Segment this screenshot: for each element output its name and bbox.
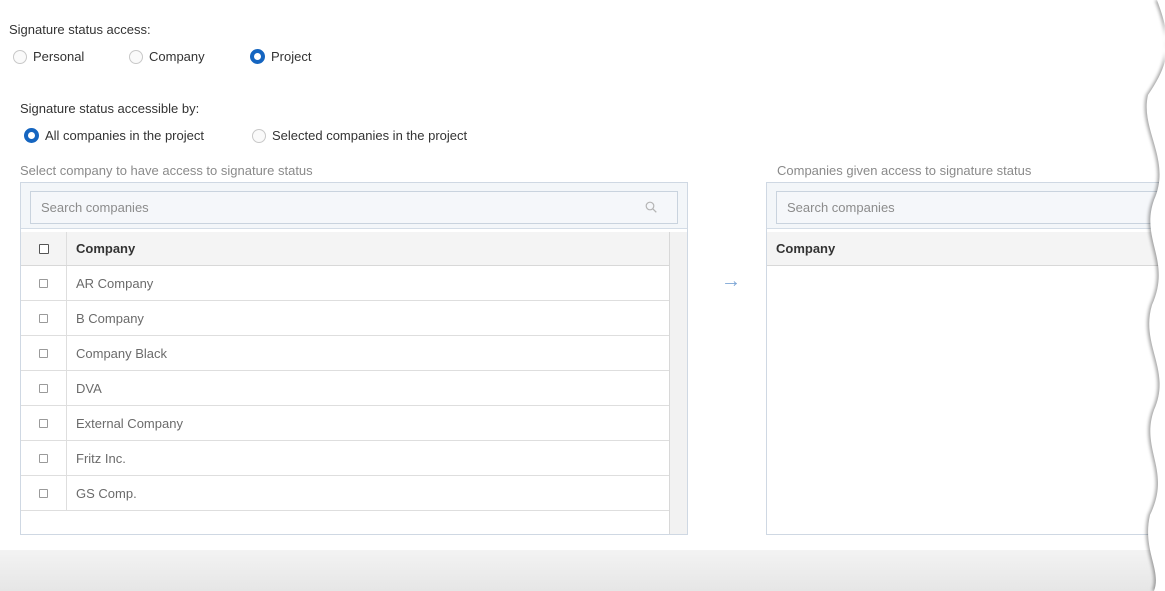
radio-all-companies[interactable]: All companies in the project [24, 128, 204, 143]
radio-personal-circle[interactable] [13, 49, 27, 64]
radio-personal[interactable]: Personal [13, 49, 84, 64]
left-table-header: Company [21, 232, 669, 266]
right-table-header: Company [767, 232, 1165, 266]
right-column-header[interactable]: Company [776, 241, 835, 256]
company-name: AR Company [76, 276, 154, 291]
row-check-cell [21, 441, 67, 475]
granted-companies-panel: Company [766, 182, 1165, 535]
radio-project[interactable]: Project [250, 49, 311, 64]
row-checkbox[interactable] [39, 314, 48, 323]
row-checkbox[interactable] [39, 454, 48, 463]
row-checkbox[interactable] [39, 384, 48, 393]
left-search-bar [21, 183, 687, 229]
company-name: Company Black [76, 346, 168, 361]
row-check-cell [21, 476, 67, 510]
row-checkbox[interactable] [39, 279, 48, 288]
company-name: GS Comp. [76, 486, 137, 501]
right-search-input[interactable] [776, 191, 1165, 224]
table-row[interactable]: DVA [21, 371, 669, 406]
row-check-cell [21, 336, 67, 370]
left-search-input[interactable] [30, 191, 678, 224]
radio-company-label: Company [149, 49, 205, 64]
radio-all-companies-circle[interactable] [24, 128, 39, 143]
row-check-cell [21, 371, 67, 405]
radio-company[interactable]: Company [129, 49, 205, 64]
left-table-scrollbar[interactable] [669, 232, 687, 534]
left-company-table: Company AR Company B Company Company Bla… [21, 232, 687, 534]
row-check-cell [21, 266, 67, 300]
table-row[interactable]: GS Comp. [21, 476, 669, 511]
table-row[interactable]: Company Black [21, 336, 669, 371]
radio-personal-label: Personal [33, 49, 85, 64]
bottom-band [0, 550, 1165, 591]
table-row[interactable]: B Company [21, 301, 669, 336]
company-name: Fritz Inc. [76, 451, 126, 466]
radio-selected-companies[interactable]: Selected companies in the project [252, 128, 467, 143]
company-name: DVA [76, 381, 102, 396]
table-row[interactable]: Fritz Inc. [21, 441, 669, 476]
row-checkbox[interactable] [39, 489, 48, 498]
header-check-cell [21, 232, 67, 265]
company-name: B Company [76, 311, 144, 326]
signature-access-settings: Signature status access: Personal Compan… [0, 0, 1165, 591]
accessible-by-title: Signature status accessible by: [20, 101, 200, 116]
company-name: External Company [76, 416, 183, 431]
torn-edge-decoration [1144, 0, 1165, 591]
signature-access-title: Signature status access: [9, 22, 151, 37]
right-panel-caption: Companies given access to signature stat… [777, 163, 1032, 178]
radio-selected-companies-label: Selected companies in the project [272, 128, 468, 143]
select-all-checkbox[interactable] [39, 244, 49, 254]
left-column-header[interactable]: Company [76, 241, 135, 256]
row-check-cell [21, 301, 67, 335]
radio-all-companies-label: All companies in the project [45, 128, 204, 143]
arrow-right-icon[interactable]: → [721, 271, 741, 291]
table-row[interactable]: AR Company [21, 266, 669, 301]
right-search-bar [767, 183, 1165, 229]
left-panel-caption: Select company to have access to signatu… [20, 163, 313, 178]
radio-company-circle[interactable] [129, 49, 143, 64]
search-icon[interactable] [645, 201, 657, 213]
radio-selected-companies-circle[interactable] [252, 128, 266, 143]
radio-project-circle[interactable] [250, 49, 265, 64]
available-companies-panel: Company AR Company B Company Company Bla… [20, 182, 688, 535]
radio-project-label: Project [271, 49, 312, 64]
table-row[interactable]: External Company [21, 406, 669, 441]
row-checkbox[interactable] [39, 419, 48, 428]
row-check-cell [21, 406, 67, 440]
row-checkbox[interactable] [39, 349, 48, 358]
